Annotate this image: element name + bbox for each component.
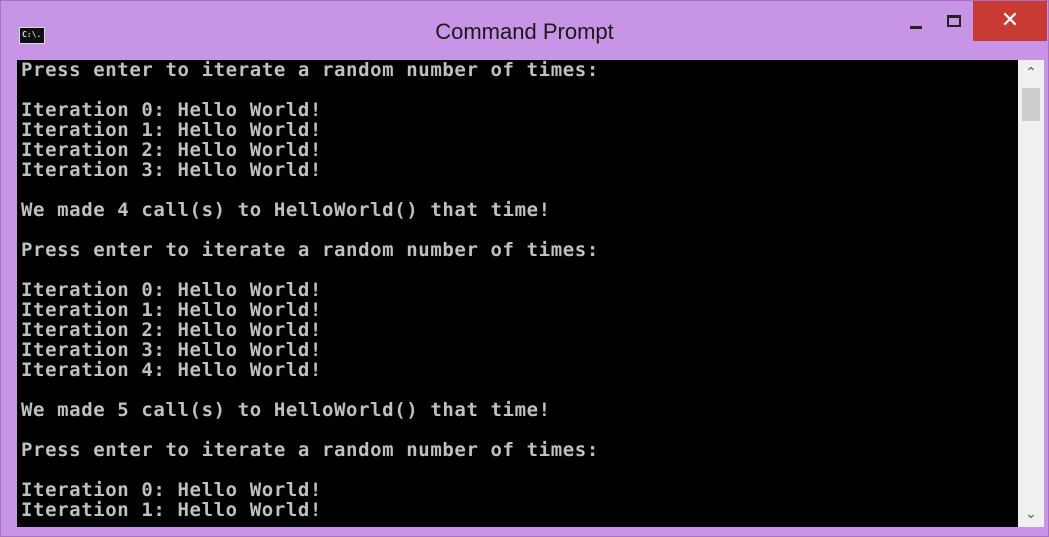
- console-line: Iteration 3: Hello World!: [21, 159, 322, 181]
- console-line: Iteration 1: Hello World!: [21, 119, 322, 141]
- close-button[interactable]: ✕: [973, 1, 1047, 41]
- console-line: Iteration 0: Hello World!: [21, 279, 322, 301]
- console-text: Press enter to iterate a random number o…: [17, 60, 1018, 527]
- console-line: Press enter to iterate a random number o…: [21, 239, 599, 261]
- console-output[interactable]: Press enter to iterate a random number o…: [17, 60, 1018, 527]
- scroll-thumb[interactable]: [1022, 88, 1040, 121]
- chevron-down-icon: ⌄: [1025, 506, 1037, 522]
- console-line: Press enter to iterate a random number o…: [21, 60, 599, 81]
- minimize-button[interactable]: [897, 1, 935, 41]
- maximize-icon: [947, 15, 961, 27]
- console-line: Iteration 2: Hello World!: [21, 139, 322, 161]
- vertical-scrollbar[interactable]: ⌃ ⌄: [1018, 60, 1044, 527]
- maximize-button[interactable]: [935, 1, 973, 41]
- minimize-icon: [910, 25, 922, 29]
- console-line: Press enter to iterate a random number o…: [21, 439, 599, 461]
- console-line: Iteration 4: Hello World!: [21, 359, 322, 381]
- chevron-up-icon: ⌃: [1025, 65, 1037, 81]
- console-line: Iteration 1: Hello World!: [21, 299, 322, 321]
- scroll-up-button[interactable]: ⌃: [1018, 60, 1044, 86]
- console-line: Iteration 0: Hello World!: [21, 99, 322, 121]
- title-bar[interactable]: C:\. Command Prompt ✕: [1, 1, 1048, 53]
- console-line: Iteration 1: Hello World!: [21, 499, 322, 521]
- console-line: Iteration 0: Hello World!: [21, 479, 322, 501]
- console-line: We made 4 call(s) to HelloWorld() that t…: [21, 199, 551, 221]
- console-line: Iteration 3: Hello World!: [21, 339, 322, 361]
- console-line: Iteration 2: Hello World!: [21, 319, 322, 341]
- command-prompt-window: C:\. Command Prompt ✕ Press enter to ite…: [0, 0, 1049, 537]
- window-title: Command Prompt: [435, 19, 614, 44]
- scroll-down-button[interactable]: ⌄: [1018, 501, 1044, 527]
- close-icon: ✕: [1000, 8, 1020, 33]
- console-line: We made 5 call(s) to HelloWorld() that t…: [21, 399, 551, 421]
